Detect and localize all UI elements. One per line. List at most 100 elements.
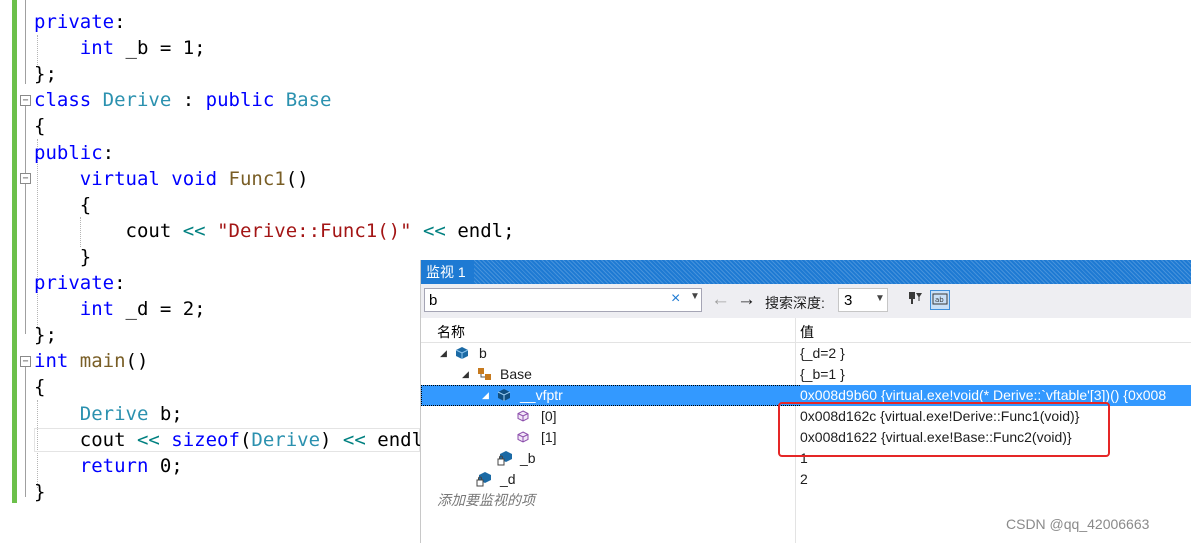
- code-line[interactable]: private:: [34, 270, 126, 296]
- code-token: Derive: [251, 428, 321, 451]
- code-token: {: [34, 193, 92, 216]
- code-token: :: [171, 89, 206, 112]
- code-token: public: [34, 141, 103, 164]
- watch-row-member-d[interactable]: _d 2: [421, 469, 1191, 490]
- code-token: ): [320, 428, 343, 451]
- code-token: }: [34, 245, 92, 268]
- watch-add-item-row[interactable]: 添加要监视的项: [421, 490, 1191, 511]
- watch-title-bar[interactable]: 监视 1: [421, 260, 1191, 284]
- search-depth-select[interactable]: 3 ▼: [838, 288, 888, 312]
- watch-row-name: b: [479, 345, 487, 361]
- watch-row-name: [1]: [541, 429, 557, 445]
- code-token: <<: [422, 219, 446, 242]
- watch-row-name: [0]: [541, 408, 557, 424]
- fold-class-derive-icon[interactable]: −: [20, 95, 31, 106]
- code-line[interactable]: cout << "Derive::Func1()" << endl;: [34, 218, 515, 244]
- watch-search-box[interactable]: × ▼: [424, 288, 702, 312]
- fold-func1-icon[interactable]: −: [20, 173, 31, 184]
- code-token: "Derive::Func1()": [217, 219, 412, 242]
- code-token: 0;: [148, 454, 183, 477]
- method-icon: [517, 427, 529, 448]
- code-token: private: [34, 272, 115, 294]
- fold-main-icon[interactable]: −: [20, 356, 31, 367]
- code-token: cout: [34, 219, 183, 242]
- collapse-icon[interactable]: ◢: [440, 343, 447, 364]
- watch-row-value[interactable]: {_b=1 }: [800, 364, 1191, 385]
- watch-row-name: Base: [500, 366, 532, 382]
- watch-row-value[interactable]: 2: [800, 469, 1191, 490]
- code-token: (: [239, 428, 252, 451]
- code-token: private: [34, 11, 115, 33]
- code-line[interactable]: cout << sizeof(Derive) << endl;: [34, 427, 435, 453]
- code-token: int: [79, 298, 115, 321]
- object-icon: [455, 343, 469, 364]
- watch-row-value[interactable]: {_d=2 }: [800, 343, 1191, 364]
- tab-view-toggle-icon[interactable]: ab: [930, 290, 950, 310]
- watch-row-base[interactable]: ◢ Base {_b=1 }: [421, 364, 1191, 385]
- fold-guide: [25, 0, 26, 84]
- code-line[interactable]: class Derive : public Base: [34, 87, 331, 113]
- code-token: return: [79, 454, 149, 477]
- code-token: }: [34, 480, 46, 503]
- code-token: cout: [34, 428, 137, 451]
- code-line[interactable]: return 0;: [34, 453, 183, 479]
- search-depth-value: 3: [844, 292, 853, 309]
- code-line[interactable]: };: [34, 322, 57, 348]
- code-token: Derive: [102, 89, 172, 112]
- code-token: endl;: [445, 219, 515, 242]
- code-token: int: [34, 350, 69, 373]
- code-line[interactable]: int _d = 2;: [34, 296, 206, 322]
- code-line[interactable]: {: [34, 113, 45, 139]
- code-line[interactable]: {: [34, 374, 45, 400]
- pin-filter-icon[interactable]: [905, 290, 925, 310]
- code-line[interactable]: public:: [34, 140, 114, 166]
- add-watch-placeholder[interactable]: 添加要监视的项: [437, 490, 535, 511]
- collapse-icon[interactable]: ◢: [462, 364, 469, 385]
- code-line[interactable]: }: [34, 244, 91, 270]
- chevron-down-icon[interactable]: ▼: [690, 291, 700, 302]
- code-line[interactable]: Derive b;: [34, 401, 183, 427]
- column-header-value[interactable]: 值: [800, 322, 814, 342]
- code-line[interactable]: };: [34, 61, 57, 87]
- watch-search-input[interactable]: [429, 291, 669, 309]
- private-field-icon: [476, 469, 492, 490]
- code-token: virtual: [79, 167, 160, 190]
- search-next-icon[interactable]: →: [737, 289, 756, 311]
- code-line[interactable]: private:: [34, 9, 126, 35]
- private-field-icon: [497, 448, 513, 469]
- code-line[interactable]: int _b = 1;: [34, 35, 206, 61]
- watch-toolbar: × ▼ ← → 搜索深度: 3 ▼ ab: [421, 284, 1191, 319]
- code-line[interactable]: {: [34, 192, 91, 218]
- highlight-annotation-box: [778, 402, 1110, 457]
- code-token: };: [34, 63, 57, 86]
- code-token: {: [34, 376, 46, 399]
- code-token: public: [205, 89, 275, 112]
- code-token: (): [285, 167, 309, 190]
- code-token: _b = 1;: [114, 37, 206, 60]
- code-line[interactable]: virtual void Func1(): [34, 166, 309, 192]
- search-previous-icon[interactable]: ←: [711, 289, 730, 311]
- clear-search-icon[interactable]: ×: [671, 290, 680, 308]
- watch-row-name: _b: [520, 450, 536, 466]
- code-token: };: [34, 324, 57, 347]
- watch-row-name: _d: [500, 471, 516, 487]
- chevron-down-icon: ▼: [875, 293, 885, 304]
- watch-row-b[interactable]: ◢ b {_d=2 }: [421, 343, 1191, 364]
- code-token: :: [102, 141, 115, 164]
- fold-guide: [25, 367, 26, 497]
- column-header-name[interactable]: 名称: [437, 322, 465, 342]
- collapse-icon[interactable]: ◢: [482, 385, 489, 406]
- code-line[interactable]: }: [34, 479, 45, 505]
- code-line[interactable]: int main(): [34, 348, 148, 374]
- fold-guide: [25, 106, 26, 334]
- code-token: <<: [182, 219, 206, 242]
- watermark: CSDN @qq_42006663: [1006, 516, 1150, 532]
